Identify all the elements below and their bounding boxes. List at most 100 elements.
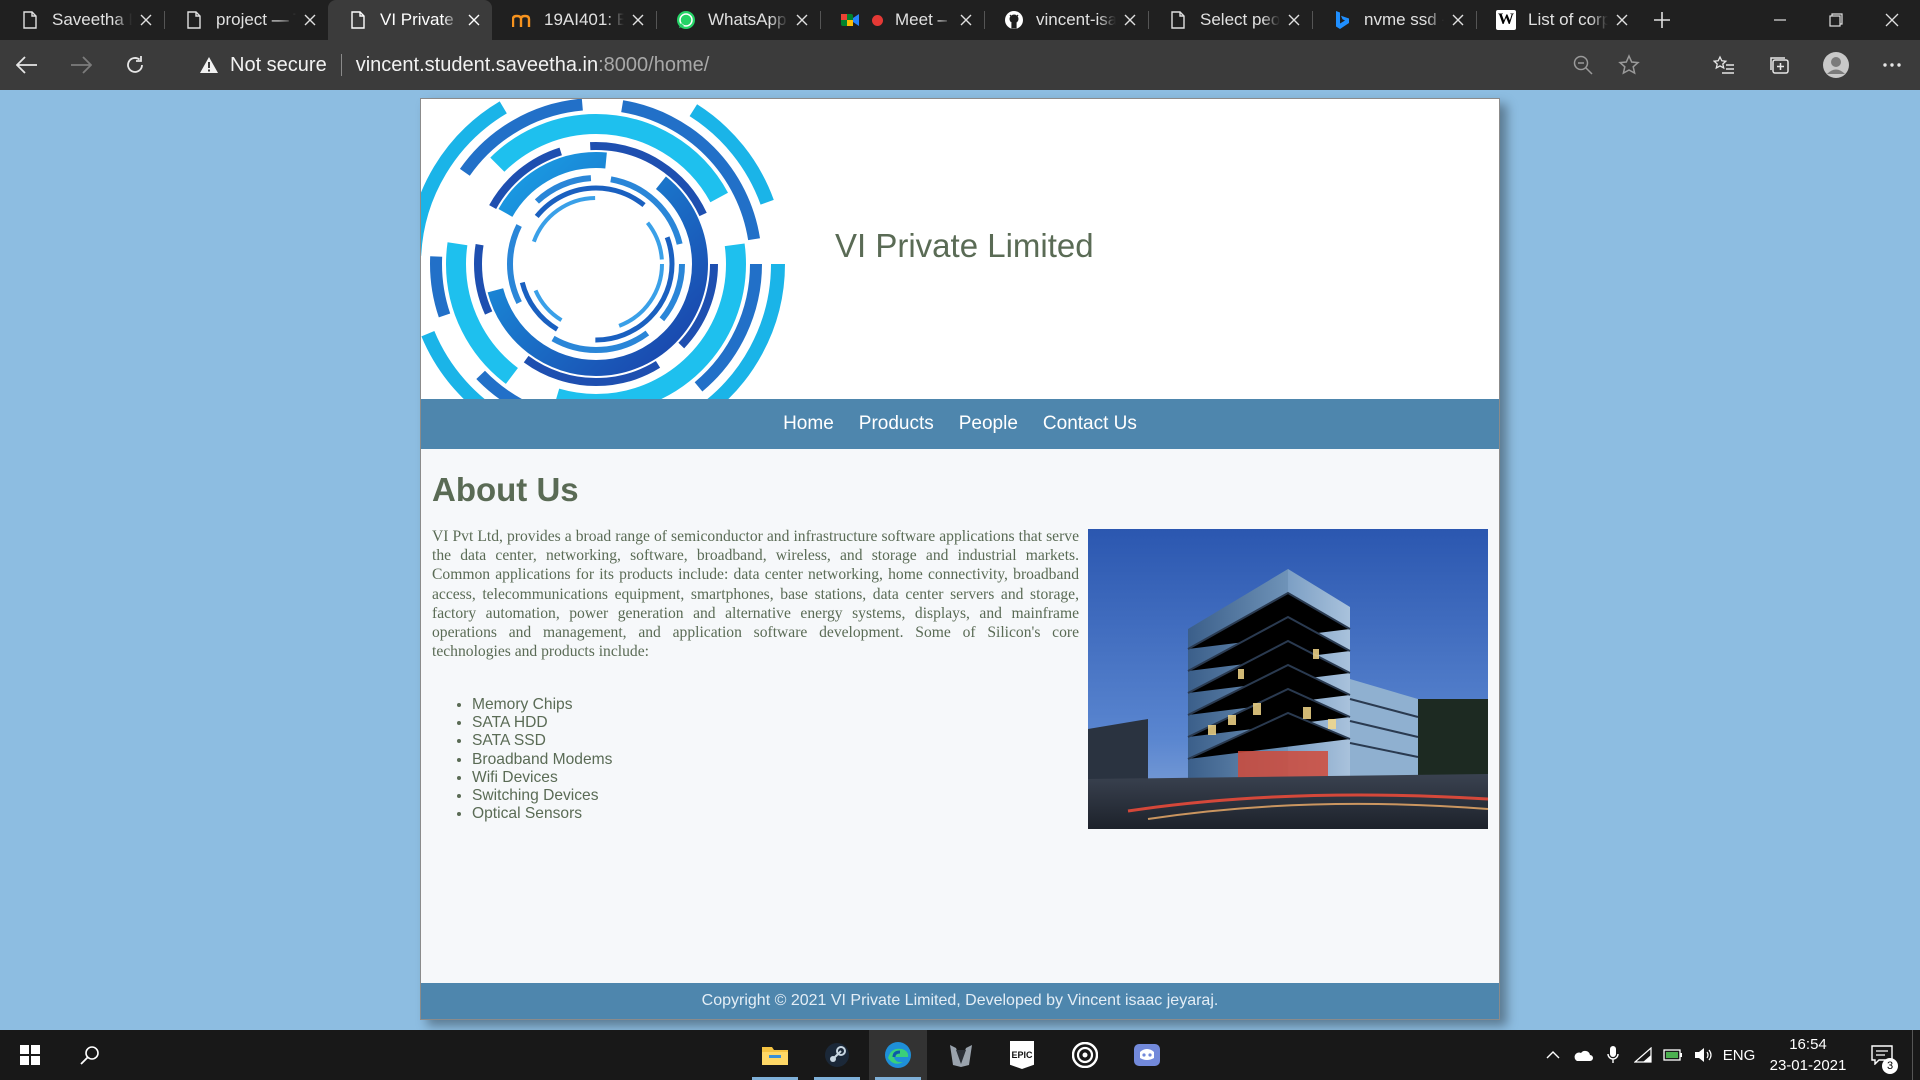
close-icon[interactable]: [1122, 12, 1138, 28]
close-icon: [1885, 13, 1899, 27]
product-list: Memory Chips SATA HDD SATA SSD Broadband…: [472, 696, 612, 823]
zoom-button[interactable]: [1560, 55, 1606, 75]
language-indicator[interactable]: ENG: [1718, 1047, 1760, 1064]
close-icon[interactable]: [630, 12, 646, 28]
site-footer: Copyright © 2021 VI Private Limited, Dev…: [421, 983, 1499, 1019]
close-icon[interactable]: [302, 12, 318, 28]
taskbar-ubisoft[interactable]: [1056, 1030, 1114, 1080]
refresh-icon: [127, 56, 143, 73]
close-icon[interactable]: [1286, 12, 1302, 28]
profile-button[interactable]: [1808, 40, 1864, 90]
tab-title: nvme ssd - Bing: [1364, 10, 1444, 29]
close-window-button[interactable]: [1864, 0, 1920, 40]
collections-button[interactable]: [1752, 40, 1808, 90]
taskbar-file-explorer[interactable]: [746, 1030, 804, 1080]
tab-bing[interactable]: nvme ssd - Bing: [1312, 0, 1476, 40]
forward-button[interactable]: [54, 40, 108, 90]
toolbar-actions: [1696, 40, 1920, 90]
taskbar-steam[interactable]: [808, 1030, 866, 1080]
nav-link-products[interactable]: Products: [859, 413, 934, 435]
back-button[interactable]: [0, 40, 54, 90]
onedrive-icon[interactable]: [1568, 1048, 1598, 1062]
tab-strip: Saveetha Engineering project — Thesis VI…: [0, 0, 1920, 40]
whatsapp-icon: [676, 10, 696, 30]
show-desktop-button[interactable]: [1912, 1030, 1920, 1080]
close-icon[interactable]: [1450, 12, 1466, 28]
warning-icon[interactable]: [198, 55, 220, 75]
settings-menu-button[interactable]: [1864, 40, 1920, 90]
tab-google-meet[interactable]: Meet –: [820, 0, 984, 40]
favorites-button[interactable]: [1696, 40, 1752, 90]
minimize-button[interactable]: [1752, 0, 1808, 40]
tab-moodle[interactable]: 19AI401: EX: [492, 0, 656, 40]
tab-saveetha[interactable]: Saveetha Engineering: [0, 0, 164, 40]
acer-predator-icon: [950, 1045, 972, 1067]
restore-icon: [1829, 13, 1843, 27]
tab-select-people[interactable]: Select people: [1148, 0, 1312, 40]
clock-date: 23-01-2021: [1769, 1057, 1847, 1074]
refresh-button[interactable]: [108, 40, 162, 90]
nav-link-contact-us[interactable]: Contact Us: [1043, 413, 1137, 435]
site-main: About Us VI Pvt Ltd, provides a broad ra…: [421, 449, 1499, 983]
tab-title: vincent-isaac: [1036, 10, 1116, 29]
nav-link-home[interactable]: Home: [783, 413, 834, 435]
recording-dot-icon: [872, 14, 883, 26]
show-hidden-icons-button[interactable]: [1538, 1051, 1568, 1059]
favorite-button[interactable]: [1606, 54, 1652, 76]
address-bar[interactable]: Not secure vincent.student.saveetha.in:8…: [182, 45, 1652, 85]
taskbar-edge[interactable]: [869, 1030, 927, 1080]
window-controls: [1752, 0, 1920, 40]
arrow-right-icon: [71, 56, 92, 74]
tab-title: WhatsApp: [708, 10, 787, 29]
bing-icon: [1332, 10, 1352, 30]
search-button[interactable]: [62, 1030, 118, 1080]
microphone-icon[interactable]: [1598, 1046, 1628, 1064]
star-icon: [1618, 54, 1640, 75]
taskbar-predator[interactable]: [932, 1030, 990, 1080]
taskbar-discord[interactable]: [1118, 1030, 1176, 1080]
battery-icon[interactable]: [1658, 1048, 1688, 1062]
restore-button[interactable]: [1808, 0, 1864, 40]
ubisoft-icon: [1072, 1042, 1098, 1068]
tab-github[interactable]: vincent-isaac: [984, 0, 1148, 40]
discord-icon: [1134, 1044, 1160, 1066]
close-icon[interactable]: [958, 12, 974, 28]
tab-vi-private-limited[interactable]: VI Private Limited: [328, 0, 492, 40]
clock[interactable]: 16:54 23-01-2021: [1764, 1034, 1852, 1076]
nav-link-people[interactable]: People: [959, 413, 1018, 435]
wikipedia-icon: W: [1496, 10, 1516, 30]
epic-games-icon: EPIC: [1010, 1041, 1034, 1069]
windows-taskbar: EPIC ENG 16:54 23-01-2021 3: [0, 1030, 1920, 1080]
close-icon[interactable]: [794, 12, 810, 28]
tab-title: Saveetha Engineering: [52, 10, 132, 29]
tab-whatsapp[interactable]: WhatsApp: [656, 0, 820, 40]
more-icon: [1883, 63, 1901, 67]
favorites-list-icon: [1713, 55, 1734, 74]
security-label[interactable]: Not secure: [230, 54, 327, 77]
close-icon[interactable]: [1614, 12, 1630, 28]
start-button[interactable]: [0, 1030, 60, 1080]
website-container: VI Private Limited Home Products People …: [420, 98, 1500, 1020]
logo-swirl-graphic: [421, 99, 785, 399]
minimize-icon: [1774, 19, 1786, 21]
address-bar-actions: [1560, 45, 1652, 85]
tab-wikipedia[interactable]: W List of corporations: [1476, 0, 1640, 40]
close-icon[interactable]: [466, 12, 482, 28]
wifi-icon[interactable]: [1628, 1047, 1658, 1063]
notifications-button[interactable]: 3: [1862, 1030, 1902, 1080]
plus-icon: [1654, 12, 1670, 28]
edge-icon: [885, 1042, 911, 1068]
file-explorer-icon: [762, 1047, 788, 1065]
google-meet-icon: [840, 10, 860, 30]
site-nav: Home Products People Contact Us: [421, 399, 1499, 449]
tab-project[interactable]: project — Thesis: [164, 0, 328, 40]
steam-icon: [825, 1043, 849, 1067]
search-icon: [80, 1046, 99, 1065]
page-icon: [1168, 10, 1188, 30]
taskbar-epic-games[interactable]: EPIC: [993, 1030, 1051, 1080]
page-icon: [20, 10, 40, 30]
new-tab-button[interactable]: [1640, 0, 1684, 40]
volume-icon[interactable]: [1688, 1047, 1718, 1063]
moodle-icon: [512, 10, 532, 30]
close-icon[interactable]: [138, 12, 154, 28]
